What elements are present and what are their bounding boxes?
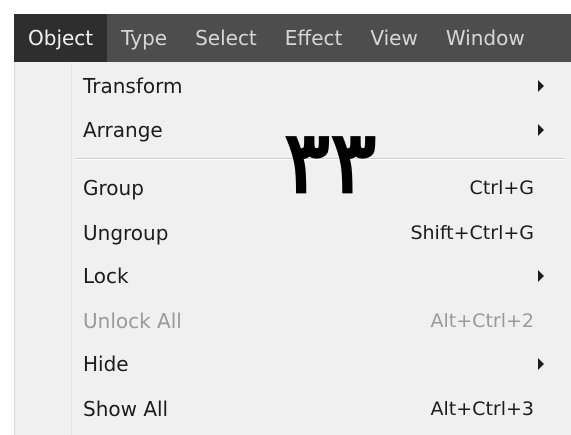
menu-item-label: Hide — [83, 352, 129, 376]
submenu-arrow-icon — [538, 80, 544, 92]
menu-item-show-all[interactable]: Show All Alt+Ctrl+3 — [73, 389, 544, 429]
menu-item-label: Unlock All — [83, 309, 182, 333]
menubar-type[interactable]: Type — [107, 14, 181, 62]
menu-item-unlock-all: Unlock All Alt+Ctrl+2 — [73, 301, 544, 341]
menu-item-shortcut: Alt+Ctrl+2 — [430, 310, 534, 332]
menubar-view[interactable]: View — [356, 14, 431, 62]
menu-item-lock[interactable]: Lock — [73, 256, 544, 296]
menu-item-label: Transform — [83, 74, 183, 98]
menu-item-shortcut: Shift+Ctrl+G — [410, 222, 534, 244]
step-number-overlay: ۳۳ — [284, 112, 377, 213]
menu-item-label: Arrange — [83, 118, 163, 142]
menu-item-hide[interactable]: Hide — [73, 344, 544, 384]
submenu-arrow-icon — [538, 358, 544, 370]
app-screenshot: Object Type Select Effect View Window Tr… — [0, 0, 571, 435]
menubar-select[interactable]: Select — [181, 14, 271, 62]
submenu-arrow-icon — [538, 124, 544, 136]
menu-item-label: Lock — [83, 264, 129, 288]
menu-item-transform[interactable]: Transform — [73, 66, 544, 106]
menu-item-shortcut: Ctrl+G — [469, 177, 534, 199]
menubar-object[interactable]: Object — [14, 14, 108, 62]
menu-item-shortcut: Alt+Ctrl+3 — [430, 398, 534, 420]
menu-item-ungroup[interactable]: Ungroup Shift+Ctrl+G — [73, 213, 544, 253]
menu-icon-gutter — [15, 62, 72, 435]
menu-bar: Object Type Select Effect View Window — [14, 14, 571, 62]
menubar-effect[interactable]: Effect — [271, 14, 357, 62]
menu-item-label: Ungroup — [83, 221, 169, 245]
menu-item-label: Show All — [83, 397, 169, 421]
menubar-window[interactable]: Window — [432, 14, 539, 62]
submenu-arrow-icon — [538, 270, 544, 282]
menu-item-label: Group — [83, 176, 144, 200]
